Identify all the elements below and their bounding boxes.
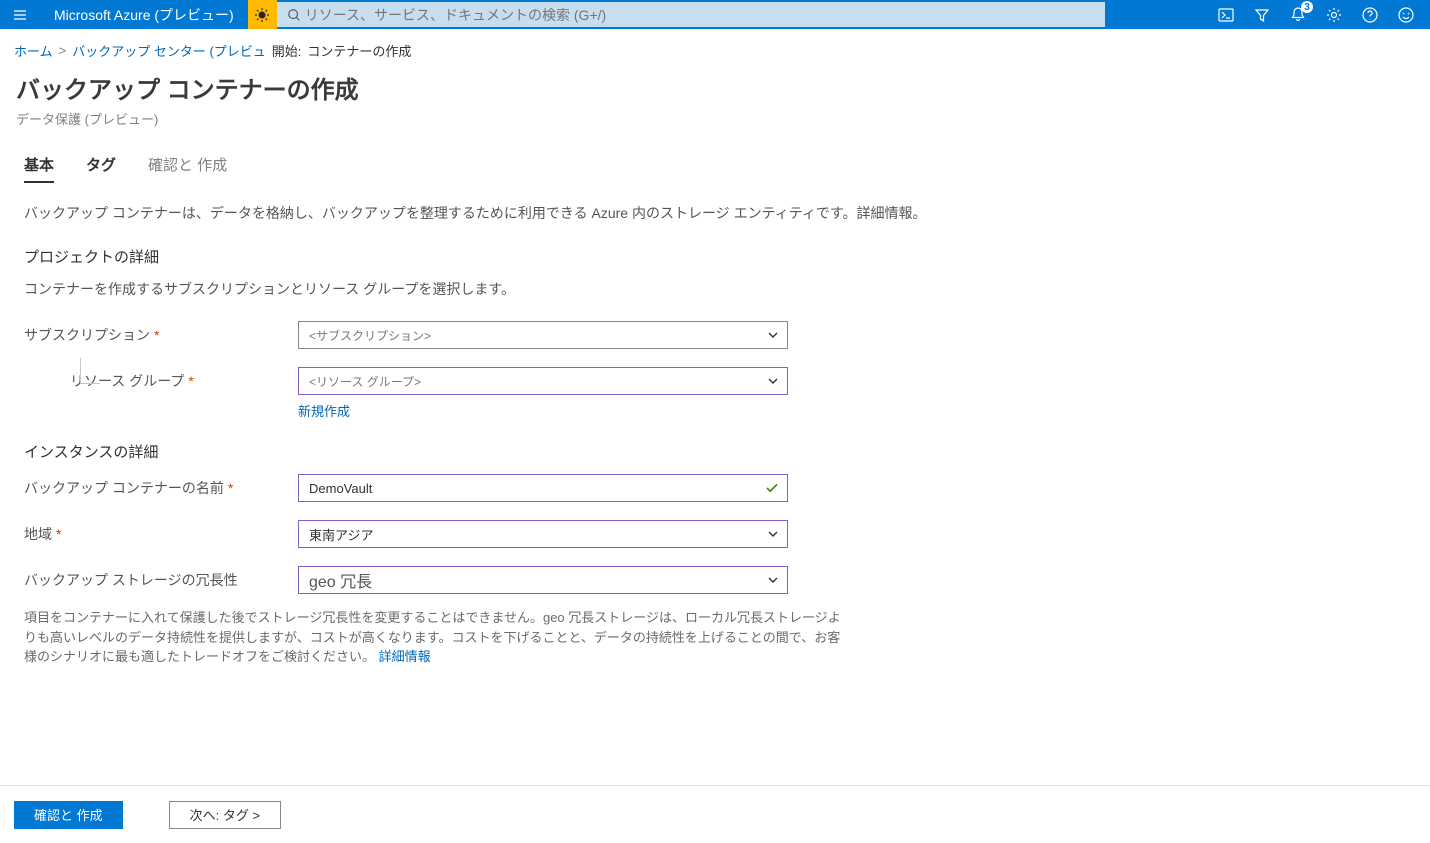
- notifications-button[interactable]: 3: [1280, 0, 1316, 29]
- tab-tags[interactable]: タグ: [86, 154, 116, 181]
- notification-count-badge: 3: [1301, 1, 1313, 13]
- brand-label: Microsoft Azure (プレビュー): [40, 5, 248, 25]
- row-vault-name: バックアップ コンテナーの名前 * DemoVault: [24, 474, 1406, 502]
- wizard-tabs: 基本 タグ 確認と 作成: [24, 154, 1406, 183]
- chevron-down-icon: [767, 574, 779, 586]
- next-tags-button[interactable]: 次へ: タグ >: [169, 801, 281, 829]
- project-details-desc: コンテナーを作成するサブスクリプションとリソース グループを選択します。: [24, 279, 1406, 299]
- vault-name-input[interactable]: DemoVault: [298, 474, 788, 502]
- feedback-button[interactable]: [1388, 0, 1424, 29]
- subscription-dropdown[interactable]: <サブスクリプション>: [298, 321, 788, 349]
- create-new-link[interactable]: 新規作成: [298, 401, 350, 420]
- check-icon: [765, 481, 779, 495]
- cloud-shell-icon: [1217, 6, 1235, 24]
- project-details-heading: プロジェクトの詳細: [24, 246, 1406, 267]
- review-and-create-button[interactable]: 確認と 作成: [14, 801, 123, 829]
- directory-filter-button[interactable]: [1244, 0, 1280, 29]
- breadcrumb-home[interactable]: ホーム: [14, 41, 53, 60]
- instance-details-heading: インスタンスの詳細: [24, 441, 1406, 462]
- breadcrumb-start-label: 開始:: [272, 41, 302, 60]
- page-title: バックアップ コンテナーの作成: [16, 70, 1414, 105]
- cloud-shell-button[interactable]: [1208, 0, 1244, 29]
- region-value: 東南アジア: [309, 525, 373, 544]
- help-button[interactable]: [1352, 0, 1388, 29]
- breadcrumb-separator: >: [59, 43, 67, 58]
- filter-icon: [1253, 6, 1271, 24]
- required-asterisk: *: [228, 480, 233, 496]
- required-asterisk: *: [188, 373, 193, 389]
- description-text: バックアップ コンテナーは、データを格納し、バックアップを整理するために利用でき…: [24, 203, 1406, 224]
- subscription-value: <サブスクリプション>: [309, 327, 431, 344]
- preview-badge-button[interactable]: [248, 0, 277, 29]
- resource-group-label: リソース グループ *: [24, 367, 298, 391]
- page-subtitle: データ保護 (プレビュー): [16, 109, 1414, 128]
- topbar-actions: 3: [1208, 0, 1430, 29]
- chevron-down-icon: [767, 375, 779, 387]
- gear-icon: [1325, 6, 1343, 24]
- vault-name-value: DemoVault: [309, 481, 372, 496]
- hamburger-menu-button[interactable]: [0, 0, 40, 29]
- row-resource-group: リソース グループ * <リソース グループ> 新規作成: [24, 367, 1406, 421]
- storage-redundancy-dropdown[interactable]: geo 冗長: [298, 566, 788, 594]
- storage-redundancy-value: geo 冗長: [309, 568, 372, 592]
- resource-group-dropdown[interactable]: <リソース グループ>: [298, 367, 788, 395]
- search-icon: [287, 8, 301, 22]
- row-subscription: サブスクリプション * <サブスクリプション>: [24, 321, 1406, 349]
- required-asterisk: *: [154, 327, 159, 343]
- breadcrumb-backup-center[interactable]: バックアップ センター (プレビュ: [72, 41, 266, 60]
- wizard-footer: 確認と 作成 次へ: タグ >: [0, 785, 1430, 843]
- subscription-label: サブスクリプション *: [24, 321, 298, 345]
- resource-group-value: <リソース グループ>: [309, 373, 421, 390]
- storage-redundancy-label: バックアップ ストレージの冗長性: [24, 566, 298, 590]
- page-header: バックアップ コンテナーの作成 データ保護 (プレビュー): [0, 64, 1430, 130]
- breadcrumb: ホーム > バックアップ センター (プレビュ 開始: コンテナーの作成: [0, 29, 1430, 64]
- region-label: 地域 *: [24, 520, 298, 544]
- global-search[interactable]: [277, 2, 1105, 27]
- settings-button[interactable]: [1316, 0, 1352, 29]
- breadcrumb-current: コンテナーの作成: [307, 41, 411, 60]
- chevron-down-icon: [767, 528, 779, 540]
- tab-basic[interactable]: 基本: [24, 154, 54, 183]
- smiley-icon: [1397, 6, 1415, 24]
- sun-icon: [254, 7, 270, 23]
- menu-icon: [12, 7, 28, 23]
- help-icon: [1361, 6, 1379, 24]
- storage-note-learn-more-link[interactable]: 詳細情報: [379, 649, 431, 664]
- top-nav-bar: Microsoft Azure (プレビュー) 3: [0, 0, 1430, 29]
- search-input[interactable]: [305, 7, 1105, 23]
- chevron-down-icon: [767, 329, 779, 341]
- region-dropdown[interactable]: 東南アジア: [298, 520, 788, 548]
- row-storage-redundancy: バックアップ ストレージの冗長性 geo 冗長: [24, 566, 1406, 594]
- required-asterisk: *: [56, 526, 61, 542]
- tab-review-create[interactable]: 確認と 作成: [148, 154, 227, 181]
- tree-indent-line: [80, 358, 100, 384]
- main-content: 基本 タグ 確認と 作成 バックアップ コンテナーは、データを格納し、バックアッ…: [0, 130, 1430, 785]
- storage-redundancy-note: 項目をコンテナーに入れて保護した後でストレージ冗長性を変更することはできません。…: [24, 608, 844, 667]
- row-region: 地域 * 東南アジア: [24, 520, 1406, 548]
- vault-name-label: バックアップ コンテナーの名前 *: [24, 474, 298, 498]
